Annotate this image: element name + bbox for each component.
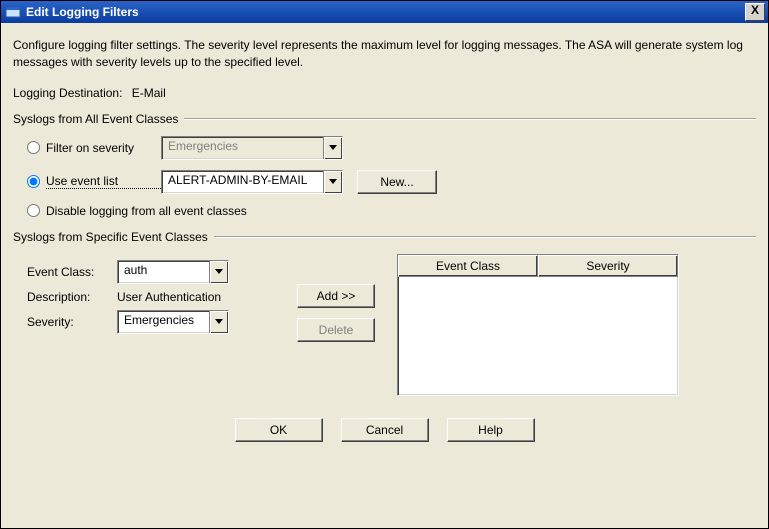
description-value: User Authentication [117,290,221,304]
divider [184,118,756,119]
description-label: Description: [27,290,117,304]
use-event-list-row: Use event list ALERT-ADMIN-BY-EMAIL New.… [27,170,756,194]
dialog-button-row: OK Cancel Help [13,408,756,446]
filter-on-severity-label: Filter on severity [46,141,161,155]
window-title: Edit Logging Filters [26,5,745,19]
specific-left-column: Event Class: auth Description: User Auth… [27,254,277,396]
listbox-header-severity[interactable]: Severity [538,255,678,277]
delete-button[interactable]: Delete [297,318,375,342]
description-text: Configure logging filter settings. The s… [13,37,756,72]
chevron-down-icon [323,171,342,193]
help-button[interactable]: Help [447,418,535,442]
filter-on-severity-row: Filter on severity Emergencies [27,136,756,160]
filter-severity-combo[interactable]: Emergencies [161,136,343,160]
divider [214,236,756,237]
event-list-value: ALERT-ADMIN-BY-EMAIL [162,171,323,193]
chevron-down-icon [209,261,228,283]
filter-on-severity-radio[interactable] [27,141,40,154]
use-event-list-radio[interactable] [27,175,40,188]
app-icon [5,4,21,20]
chevron-down-icon [209,311,228,333]
add-button[interactable]: Add >> [297,284,375,308]
disable-logging-label: Disable logging from all event classes [46,204,247,218]
cancel-button[interactable]: Cancel [341,418,429,442]
dialog-content: Configure logging filter settings. The s… [1,23,768,528]
severity-combo[interactable]: Emergencies [117,310,229,334]
ok-button[interactable]: OK [235,418,323,442]
close-button[interactable]: X [745,3,765,21]
event-class-value: auth [118,261,209,283]
listbox-header-row: Event Class Severity [398,255,678,277]
logging-destination-value: E-Mail [132,86,166,100]
title-bar: Edit Logging Filters X [1,1,768,23]
use-event-list-label: Use event list [46,174,161,189]
group-specific-event-classes: Syslogs from Specific Event Classes Even… [13,230,756,396]
severity-value: Emergencies [118,311,209,333]
event-class-combo[interactable]: auth [117,260,229,284]
event-class-label: Event Class: [27,265,117,279]
disable-logging-radio[interactable] [27,204,40,217]
close-icon: X [751,3,759,17]
chevron-down-icon [323,137,342,159]
logging-destination-label: Logging Destination: [13,86,122,100]
event-class-listbox[interactable]: Event Class Severity [397,254,679,396]
new-event-list-button[interactable]: New... [357,170,437,194]
listbox-header-event-class[interactable]: Event Class [398,255,538,277]
group-all-event-classes: Syslogs from All Event Classes Filter on… [13,112,756,218]
group-all-title: Syslogs from All Event Classes [13,112,184,126]
severity-label: Severity: [27,315,117,329]
logging-destination-row: Logging Destination: E-Mail [13,86,756,100]
disable-logging-row: Disable logging from all event classes [27,204,756,218]
group-specific-title: Syslogs from Specific Event Classes [13,230,214,244]
event-list-combo[interactable]: ALERT-ADMIN-BY-EMAIL [161,170,343,194]
specific-middle-column: Add >> Delete [297,254,377,396]
filter-severity-value: Emergencies [162,137,323,159]
specific-right-column: Event Class Severity [397,254,756,396]
